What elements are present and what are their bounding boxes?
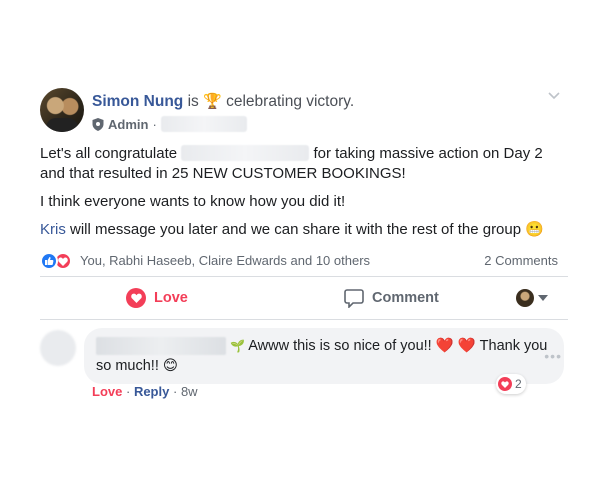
grimace-emoji: 😬 xyxy=(525,221,544,238)
redacted-timestamp xyxy=(160,116,247,132)
comment-button[interactable]: Comment xyxy=(344,277,439,319)
mention-link[interactable]: Kris xyxy=(40,221,66,238)
author-meta: Admin · xyxy=(92,116,247,132)
reaction-stats: You, Rabhi Haseeb, Claire Edwards and 10… xyxy=(40,248,568,276)
commenter-avatar[interactable] xyxy=(40,330,76,366)
author-avatar[interactable] xyxy=(40,88,84,132)
role-separator: · xyxy=(152,116,157,132)
comment-love-link[interactable]: Love xyxy=(92,384,122,399)
redacted-mention xyxy=(181,145,310,161)
trophy-icon: 🏆 xyxy=(203,93,222,110)
heart-icon xyxy=(498,377,512,391)
smile-emoji: 😊 xyxy=(162,358,179,374)
heart-icon xyxy=(126,288,146,308)
comment-bubble: 🌱 Awww this is so nice of you!! ❤️ ❤️ Th… xyxy=(84,328,564,384)
shield-icon xyxy=(92,117,104,131)
post-paragraph-3: Kris will message you later and we can s… xyxy=(40,220,568,240)
more-options-icon[interactable]: ••• xyxy=(544,348,562,364)
comment-meta: Love · Reply · 8w xyxy=(92,384,198,399)
role-label: Admin xyxy=(108,116,149,132)
reaction-count: 2 xyxy=(515,377,522,391)
comment-time[interactable]: 8w xyxy=(181,384,198,399)
meta-separator: · xyxy=(125,384,131,399)
author-line: Simon Nung is 🏆 celebrating victory. xyxy=(92,92,354,111)
meta-separator: · xyxy=(172,384,178,399)
caret-down-icon xyxy=(538,295,548,301)
comment-text-start: Awww this is so nice of you!! xyxy=(248,338,432,354)
comment-reaction-count[interactable]: 2 xyxy=(496,374,526,394)
reaction-profile-selector[interactable] xyxy=(516,277,548,319)
post-text-3: will message you later and we can share … xyxy=(70,221,522,238)
comment-icon xyxy=(344,288,364,308)
post-card: Simon Nung is 🏆 celebrating victory. Adm… xyxy=(40,88,568,410)
post-paragraph-1: Let's all congratulate for taking massiv… xyxy=(40,144,568,184)
post-text-1a: Let's all congratulate xyxy=(40,145,178,162)
love-label: Love xyxy=(154,290,188,306)
post-header: Simon Nung is 🏆 celebrating victory. Adm… xyxy=(40,88,568,134)
reactors-text[interactable]: You, Rabhi Haseeb, Claire Edwards and 10… xyxy=(80,253,370,268)
action-bar: Love Comment xyxy=(40,277,568,319)
author-name[interactable]: Simon Nung xyxy=(92,93,183,110)
profile-avatar xyxy=(516,289,534,307)
post-body: Let's all congratulate for taking massiv… xyxy=(40,144,568,240)
reply-link[interactable]: Reply xyxy=(134,384,169,399)
post-paragraph-2: I think everyone wants to know how you d… xyxy=(40,193,346,210)
activity-text: celebrating victory. xyxy=(226,93,355,110)
comment-label: Comment xyxy=(372,290,439,306)
is-text: is xyxy=(187,93,199,110)
chevron-down-icon[interactable] xyxy=(548,92,560,100)
hearts-emoji: ❤️ ❤️ xyxy=(435,338,476,354)
comments-count[interactable]: 2 Comments xyxy=(484,253,558,268)
redacted-commenter-name[interactable] xyxy=(96,337,226,356)
sprout-icon: 🌱 xyxy=(230,339,245,353)
reaction-icons[interactable] xyxy=(40,252,72,270)
comment: 🌱 Awww this is so nice of you!! ❤️ ❤️ Th… xyxy=(40,320,568,410)
like-icon xyxy=(40,252,58,270)
love-button[interactable]: Love xyxy=(126,277,188,319)
